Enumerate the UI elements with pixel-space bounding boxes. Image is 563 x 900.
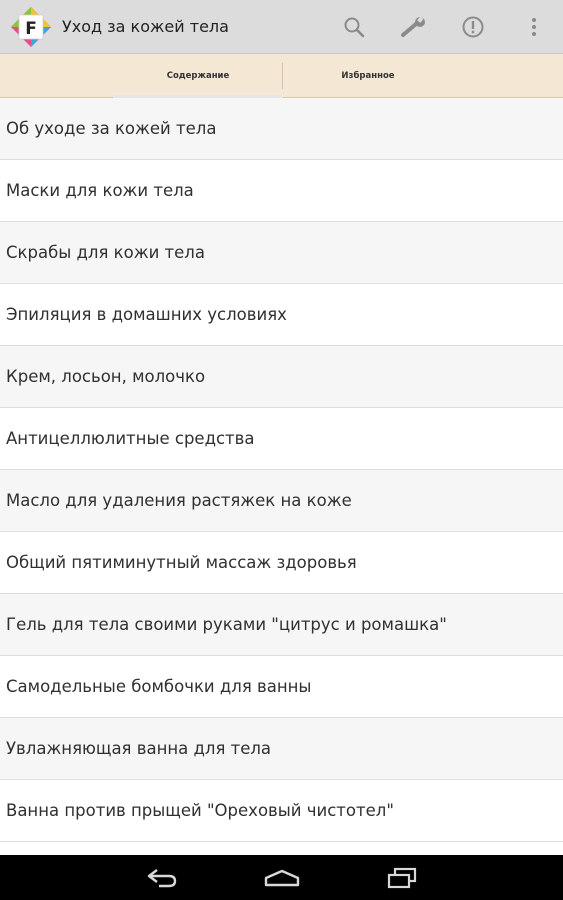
list-item[interactable]: Самодельные бомбочки для ванны <box>0 656 563 718</box>
list-item[interactable]: Об уходе за кожей тела <box>0 98 563 160</box>
app-icon-letter: F <box>25 19 37 39</box>
overflow-menu-icon <box>532 18 536 36</box>
settings-button[interactable] <box>394 7 434 47</box>
home-button[interactable] <box>254 859 310 897</box>
list-item[interactable]: Увлажняющая ванна для тела <box>0 718 563 780</box>
tab-favorites-label: Избранное <box>341 71 395 81</box>
app-logo-icon[interactable]: F <box>10 6 52 48</box>
list-item[interactable]: Эпиляция в домашних условиях <box>0 284 563 346</box>
home-icon <box>264 869 300 887</box>
list-item[interactable]: Гель для тела своими руками "цитрус и ро… <box>0 594 563 656</box>
action-bar: F Уход за кожей тела <box>0 0 563 54</box>
info-icon <box>462 16 484 38</box>
tab-contents[interactable]: Содержание <box>113 54 283 98</box>
recent-apps-button[interactable] <box>374 859 430 897</box>
overflow-menu-button[interactable] <box>514 7 554 47</box>
system-nav-bar <box>0 855 563 900</box>
back-button[interactable] <box>134 859 190 897</box>
list-item[interactable]: Скрабы для кожи тела <box>0 222 563 284</box>
wrench-icon <box>401 16 425 37</box>
contents-list: Об уходе за кожей тела Маски для кожи те… <box>0 98 563 854</box>
search-button[interactable] <box>334 7 374 47</box>
list-item[interactable]: Масло для удаления растяжек на коже <box>0 470 563 532</box>
info-button[interactable] <box>453 7 493 47</box>
tab-contents-label: Содержание <box>166 71 230 81</box>
search-icon <box>344 17 365 38</box>
list-item[interactable]: Антицеллюлитные средства <box>0 408 563 470</box>
recent-apps-icon <box>387 867 417 889</box>
list-item[interactable]: Крем, лосьон, молочко <box>0 346 563 408</box>
app-title: Уход за кожей тела <box>62 17 229 36</box>
list-item[interactable]: Общий пятиминутный массаж здоровья <box>0 532 563 594</box>
back-icon <box>147 869 177 888</box>
list-item[interactable]: Маски для кожи тела <box>0 160 563 222</box>
tab-bar: Содержание Избранное <box>0 54 563 98</box>
tab-favorites[interactable]: Избранное <box>283 54 453 98</box>
list-item[interactable]: Ванна против прыщей "Ореховый чистотел" <box>0 780 563 842</box>
